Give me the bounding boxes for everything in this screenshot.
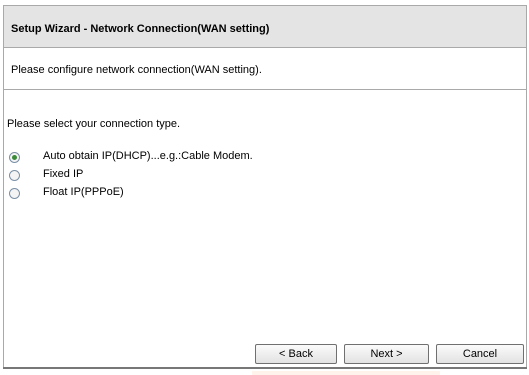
- cancel-button[interactable]: Cancel: [436, 344, 524, 364]
- bottom-accent-strip: [252, 371, 440, 375]
- wizard-title: Setup Wizard - Network Connection(WAN se…: [11, 23, 270, 35]
- wizard-title-bar: Setup Wizard - Network Connection(WAN se…: [4, 6, 526, 48]
- option-dhcp-label: Auto obtain IP(DHCP)...e.g.:Cable Modem.: [43, 150, 253, 162]
- wizard-subtitle-bar: Please configure network connection(WAN …: [4, 48, 526, 90]
- bottom-divider: [3, 367, 527, 369]
- radio-fixed-ip[interactable]: [9, 170, 20, 181]
- option-pppoe-label: Float IP(PPPoE): [43, 186, 124, 198]
- radio-pppoe[interactable]: [9, 188, 20, 199]
- back-button[interactable]: < Back: [255, 344, 337, 364]
- connection-type-prompt: Please select your connection type.: [7, 118, 181, 130]
- radio-dhcp[interactable]: [9, 152, 20, 163]
- wizard-subtitle: Please configure network connection(WAN …: [11, 64, 262, 76]
- next-button[interactable]: Next >: [344, 344, 429, 364]
- option-fixed-ip-label: Fixed IP: [43, 168, 84, 180]
